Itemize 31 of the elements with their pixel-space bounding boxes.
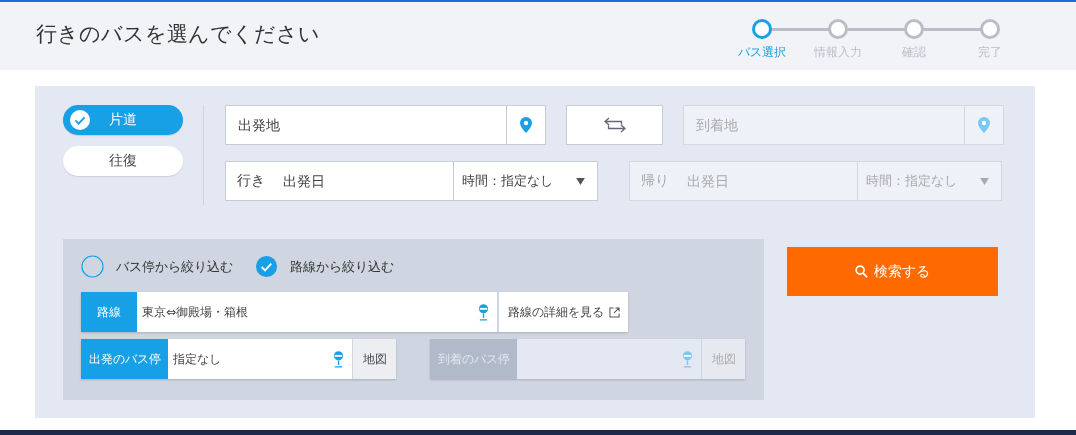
- bus-stop-field[interactable]: 指定なし: [168, 339, 352, 379]
- step-label: バス選択: [738, 44, 786, 61]
- route-details-link[interactable]: 路線の詳細を見る: [499, 292, 628, 332]
- date-label: 行き: [225, 161, 275, 201]
- filter-radio[interactable]: 路線から絞り込む: [255, 255, 394, 278]
- map-button[interactable]: 地図: [353, 339, 396, 379]
- caret-icon: [980, 177, 989, 185]
- external-link-icon: [608, 306, 620, 318]
- filter-radio[interactable]: バス停から絞り込む: [81, 255, 233, 278]
- swap-button[interactable]: [566, 105, 663, 145]
- bus-stop-icon: [333, 350, 344, 368]
- date-field[interactable]: 出発日: [275, 161, 453, 201]
- departure-field[interactable]: 出発地: [225, 105, 507, 145]
- bus-stop-icon: [682, 350, 693, 368]
- map-pin-button[interactable]: [965, 105, 1004, 145]
- trip-type-button[interactable]: 往復: [63, 146, 183, 176]
- date-label: 帰り: [629, 161, 679, 201]
- route-label: 路線: [81, 292, 137, 332]
- map-pin-icon: [978, 117, 990, 133]
- route-field[interactable]: 東京⇔御殿場・箱根: [137, 292, 497, 332]
- search-icon: [855, 265, 868, 278]
- caret-icon: [576, 177, 585, 185]
- swap-icon: [603, 117, 626, 133]
- check-icon: [70, 110, 90, 130]
- page-title: 行きのバスを選んでください: [36, 21, 320, 48]
- map-pin-icon: [520, 117, 532, 133]
- time-dropdown[interactable]: 時間：指定なし: [453, 161, 598, 201]
- bus-stop-icon: [478, 303, 489, 321]
- bus-stop-field[interactable]: [517, 339, 701, 379]
- bus-stop-label: 出発のバス停: [81, 339, 168, 379]
- map-pin-button[interactable]: [507, 105, 546, 145]
